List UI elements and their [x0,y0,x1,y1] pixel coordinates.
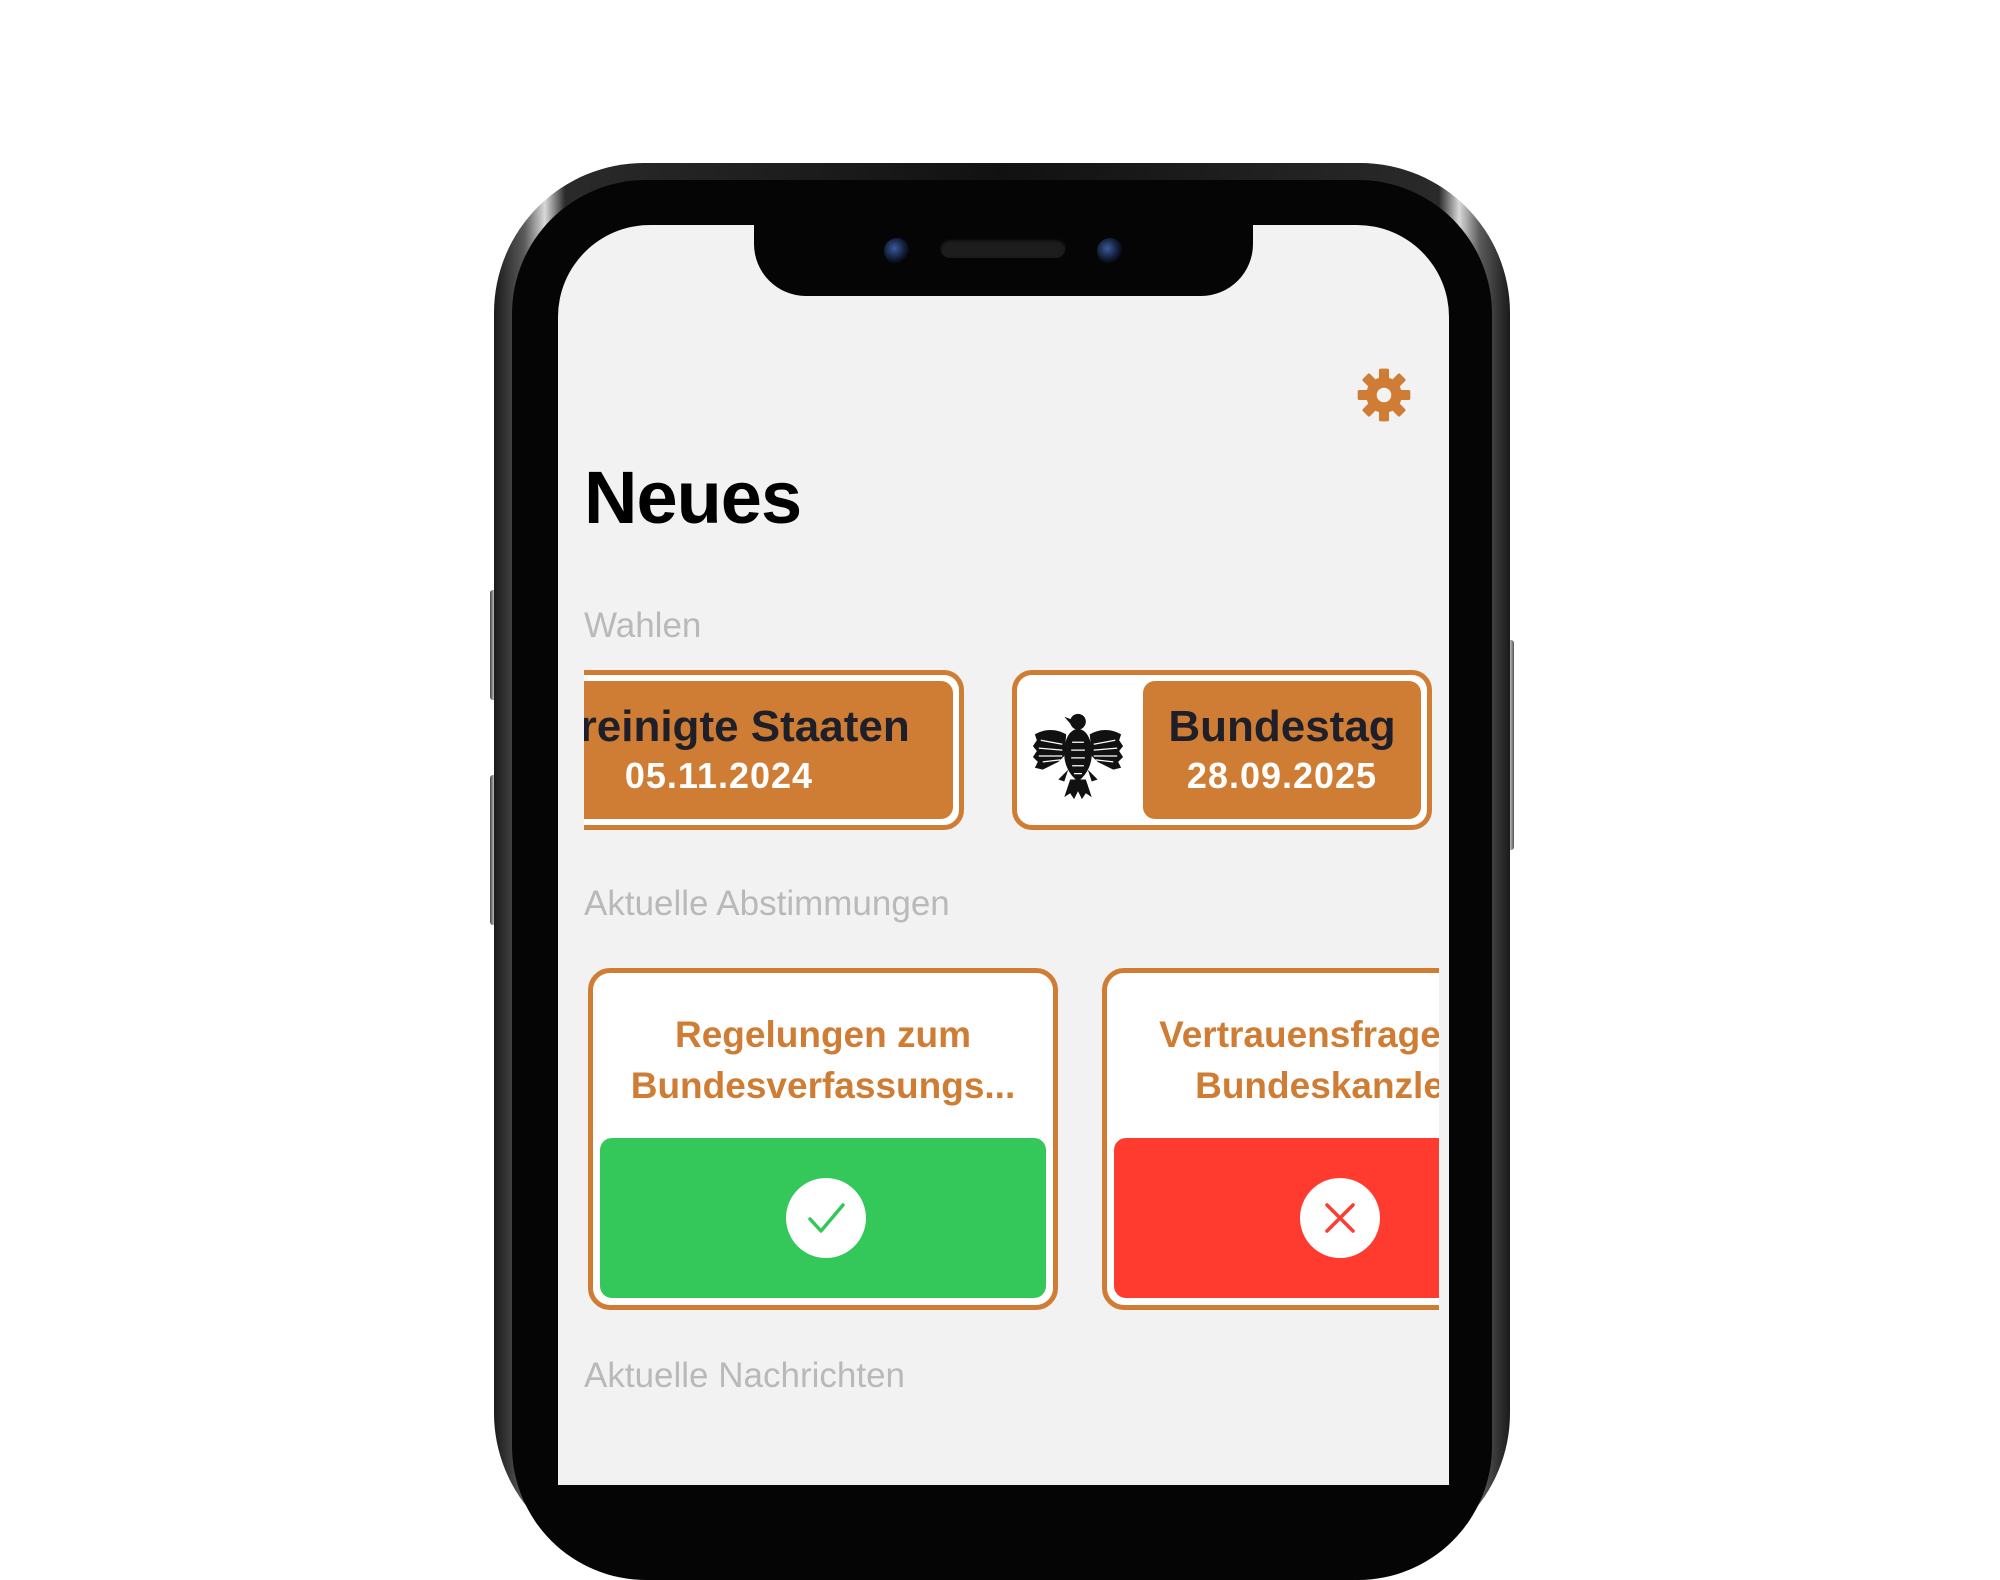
section-label-votes: Aktuelle Abstimmungen [584,884,950,923]
election-date: 28.09.2025 [1186,754,1378,796]
page-title: Neues [584,456,802,539]
vote-card-accepted[interactable]: Regelungen zum Bundesverfassungs... [588,968,1058,1310]
gear-icon[interactable] [1356,367,1412,423]
vote-result-rejected [1114,1138,1439,1298]
votes-carousel[interactable]: Regelungen zum Bundesverfassungs... Vert… [584,960,1439,1320]
front-camera [884,238,910,264]
vote-title: Regelungen zum Bundesverfassungs... [630,1014,1016,1106]
section-label-elections: Wahlen [584,606,702,645]
election-card-us[interactable]: Vereinigte Staaten 05.11.2024 [584,670,964,830]
vote-card-rejected[interactable]: Vertrauensfrage des Bundeskanzlers [1102,968,1439,1310]
election-card-bundestag[interactable]: Bundestag 28.09.2025 [1012,670,1432,830]
section-label-news: Aktuelle Nachrichten [584,1356,905,1395]
earpiece-speaker [940,238,1066,258]
checkmark-icon [808,1203,845,1233]
cross-icon [1325,1203,1355,1233]
vote-title: Vertrauensfrage des Bundeskanzlers [1159,1014,1439,1106]
device-notch [754,200,1253,296]
front-sensor [1097,238,1123,264]
election-name: Bundestag [1168,702,1396,752]
vote-result-accepted [600,1138,1046,1298]
federal-eagle-icon [1032,713,1124,800]
election-date: 05.11.2024 [624,754,814,796]
election-name: Vereinigte Staaten [584,702,910,752]
elections-carousel[interactable]: Vereinigte Staaten 05.11.2024 Bund [584,660,1439,840]
